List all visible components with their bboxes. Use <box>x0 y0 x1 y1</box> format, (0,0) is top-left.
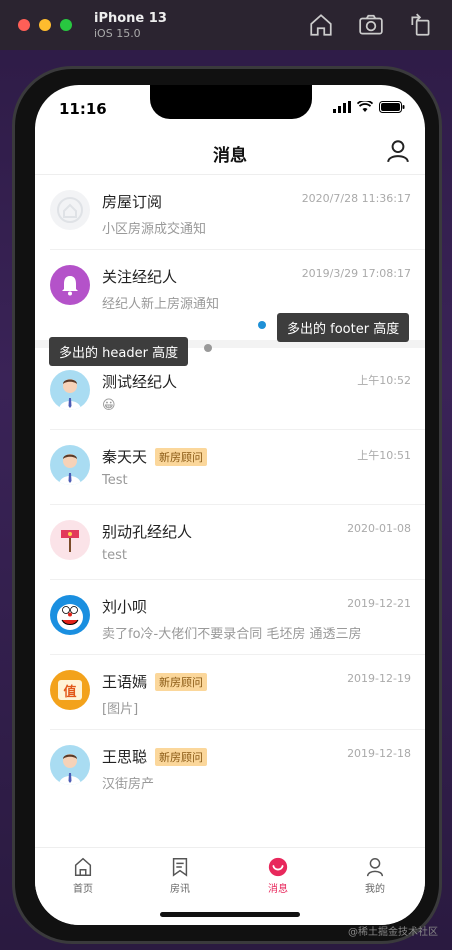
debug-gap: 多出的 footer 高度 多出的 header 高度 <box>35 313 425 366</box>
tab-label: 首页 <box>73 884 93 895</box>
avatar <box>50 370 90 410</box>
item-name: 王语嫣 <box>102 673 148 691</box>
list-item[interactable]: 王思聪 新房顾问 汉街房产 2019-12-18 <box>50 730 425 805</box>
item-subtitle: test <box>102 548 127 563</box>
tab-home[interactable]: 首页 <box>53 856 113 895</box>
item-title: 房屋订阅 <box>102 191 162 212</box>
page-title: 消息 <box>213 146 247 166</box>
item-name: 秦天天 <box>102 448 148 466</box>
simulator-titlebar: iPhone 13 iOS 15.0 <box>0 0 452 50</box>
item-name: 测试经纪人 <box>102 373 178 391</box>
item-subtitle: 汉街房产 <box>102 777 155 792</box>
house-subscribe-icon <box>50 190 90 230</box>
list-item[interactable]: 别动孔经纪人 test 2020-01-08 <box>50 505 425 580</box>
status-time: 11:16 <box>59 100 107 118</box>
item-name: 王思聪 <box>102 748 148 766</box>
item-time: 上午10:52 <box>357 374 411 387</box>
item-subtitle: 😀 <box>102 398 116 413</box>
item-subtitle: 经纪人新上房源通知 <box>102 297 220 312</box>
item-title: 刘小呗 <box>102 596 147 617</box>
list-item[interactable]: 房屋订阅 小区房源成交通知 2020/7/28 11:36:17 <box>50 175 425 250</box>
notch <box>150 85 312 119</box>
wifi-icon <box>357 101 373 112</box>
watermark: @稀土掘金技术社区 <box>348 927 438 938</box>
footer-marker-dot <box>258 321 266 329</box>
screenshot-icon[interactable] <box>358 12 384 38</box>
phone-screen: 11:16 消息 房屋订阅 小区房源成交通知 2020/7/28 11:36:1… <box>35 85 425 925</box>
item-title: 秦天天 新房顾问 <box>102 446 208 467</box>
advisor-tag: 新房顾问 <box>155 747 208 766</box>
device-name: iPhone 13 <box>94 10 167 26</box>
item-time: 上午10:51 <box>357 449 411 462</box>
header-marker-dot <box>204 344 212 352</box>
phone-frame: 11:16 消息 房屋订阅 小区房源成交通知 2020/7/28 11:36:1… <box>12 66 442 944</box>
item-time: 2020-01-08 <box>347 522 411 535</box>
item-subtitle: Test <box>102 473 128 488</box>
item-name: 关注经纪人 <box>102 268 178 286</box>
tab-label: 我的 <box>365 884 385 895</box>
item-title: 王思聪 新房顾问 <box>102 746 208 767</box>
list-item[interactable]: 刘小呗 卖了fo冷-大佬们不要录合同 毛坯房 通透三房 2019-12-21 <box>50 580 425 655</box>
avatar: 值 <box>50 670 90 710</box>
os-version: iOS 15.0 <box>94 26 141 40</box>
signal-icon <box>333 101 351 113</box>
zoom-window-button[interactable] <box>60 19 72 31</box>
rotate-icon[interactable] <box>408 12 434 38</box>
list-item[interactable]: 测试经纪人 😀 上午10:52 <box>50 355 425 430</box>
tab-bar: 首页 房讯 消息 我的 <box>35 847 425 925</box>
item-title: 测试经纪人 <box>102 371 177 392</box>
avatar <box>50 445 90 485</box>
item-time: 2019-12-21 <box>347 597 411 610</box>
avatar <box>50 595 90 635</box>
item-time: 2020/7/28 11:36:17 <box>301 192 411 205</box>
list-item[interactable]: 秦天天 新房顾问 Test 上午10:51 <box>50 430 425 505</box>
item-name: 别动孔经纪人 <box>102 523 193 541</box>
user-icon[interactable] <box>385 138 411 164</box>
item-subtitle: 小区房源成交通知 <box>102 222 207 237</box>
message-list: 房屋订阅 小区房源成交通知 2020/7/28 11:36:17 关注经纪人 经… <box>35 175 425 805</box>
close-window-button[interactable] <box>18 19 30 31</box>
item-name: 房屋订阅 <box>102 193 163 211</box>
tab-messages[interactable]: 消息 <box>248 856 308 895</box>
avatar <box>50 520 90 560</box>
bookmark-icon <box>172 858 188 877</box>
list-item[interactable]: 值 王语嫣 新房顾问 [图片] 2019-12-19 <box>50 655 425 730</box>
item-time: 2019/3/29 17:08:17 <box>301 267 411 280</box>
window-controls <box>18 19 72 31</box>
minimize-window-button[interactable] <box>39 19 51 31</box>
tab-news[interactable]: 房讯 <box>150 856 210 895</box>
item-title: 王语嫣 新房顾问 <box>102 671 208 692</box>
advisor-tag: 新房顾问 <box>155 672 208 691</box>
item-subtitle: 卖了fo冷-大佬们不要录合同 毛坯房 通透三房 <box>102 627 362 642</box>
battery-icon <box>379 101 405 113</box>
home-indicator[interactable] <box>160 912 300 917</box>
svg-text:值: 值 <box>63 684 76 700</box>
simulator-title: iPhone 13 iOS 15.0 <box>94 11 167 40</box>
tab-label: 消息 <box>268 884 288 895</box>
tab-profile[interactable]: 我的 <box>345 856 405 895</box>
message-icon <box>268 857 288 877</box>
avatar <box>50 745 90 785</box>
nav-bar: 消息 <box>35 129 425 175</box>
item-title: 关注经纪人 <box>102 266 177 287</box>
tab-label: 房讯 <box>170 884 190 895</box>
bell-icon <box>50 265 90 305</box>
item-time: 2019-12-19 <box>347 672 411 685</box>
profile-icon <box>366 858 384 877</box>
item-subtitle: [图片] <box>102 702 139 717</box>
home-icon <box>74 857 92 876</box>
home-icon[interactable] <box>308 12 334 38</box>
item-time: 2019-12-18 <box>347 747 411 760</box>
item-name: 刘小呗 <box>102 598 148 616</box>
footer-tooltip: 多出的 footer 高度 <box>277 313 410 342</box>
advisor-tag: 新房顾问 <box>155 447 208 466</box>
item-title: 别动孔经纪人 <box>102 521 192 542</box>
